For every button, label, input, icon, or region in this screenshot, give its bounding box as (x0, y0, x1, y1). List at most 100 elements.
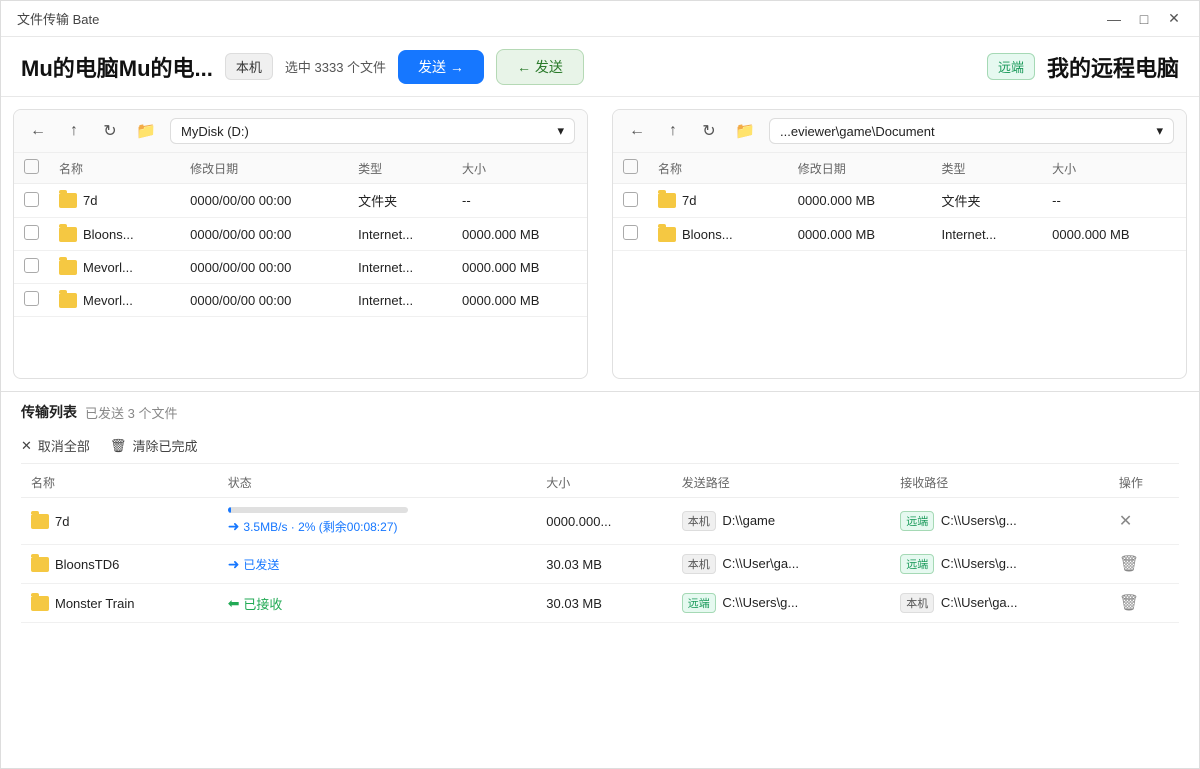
col-name-remote: 名称 (648, 153, 788, 184)
select-all-remote[interactable] (623, 159, 638, 174)
col-date-remote: 修改日期 (788, 153, 932, 184)
transfer-size: 30.03 MB (536, 584, 671, 623)
file-size: 0000.000 MB (452, 218, 587, 251)
col-date-local: 修改日期 (180, 153, 348, 184)
row-checkbox[interactable] (24, 258, 39, 273)
file-date: 0000/00/00 00:00 (180, 251, 348, 284)
remote-badge: 远端 (987, 53, 1035, 80)
transfer-op-cell[interactable]: 🗑 (1109, 584, 1179, 623)
table-row[interactable]: 7d 0000.000 MB 文件夹 -- (613, 184, 1186, 218)
src-badge: 本机 (682, 511, 716, 531)
close-button[interactable]: ✕ (1165, 10, 1183, 28)
folder-icon (59, 193, 77, 208)
src-path-text: C:\\Users\g... (722, 595, 798, 610)
trash-icon: 🗑 (110, 438, 127, 454)
progress-bar-container (228, 507, 408, 513)
th-op: 操作 (1109, 468, 1179, 498)
main-content: ← ↑ ↻ 📁 MyDisk (D:) ▾ 名称 (1, 97, 1199, 768)
th-name: 名称 (21, 468, 218, 498)
file-date: 0000/00/00 00:00 (180, 218, 348, 251)
dst-badge: 本机 (900, 593, 934, 613)
open-folder-button-local[interactable]: 📁 (134, 119, 158, 143)
path-chevron-local: ▾ (557, 123, 564, 139)
table-row[interactable]: Bloons... 0000/00/00 00:00 Internet... 0… (14, 218, 587, 251)
clear-done-button[interactable]: 🗑 清除已完成 (110, 436, 198, 455)
remote-file-list: 名称 修改日期 类型 大小 7d 0000.000 MB (613, 153, 1186, 378)
progress-text: 3.5MB/s · 2% (剩余00:08:27) (243, 518, 397, 535)
op-button[interactable]: 🗑 (1119, 595, 1139, 612)
transfer-op-cell[interactable]: ✕ (1109, 498, 1179, 545)
transfer-title: 传输列表 (21, 402, 77, 422)
window-controls: — □ ✕ (1105, 10, 1183, 28)
folder-icon (658, 227, 676, 242)
file-size: 0000.000 MB (1042, 218, 1186, 251)
received-arrow-icon: ⬅ (228, 595, 240, 612)
table-row[interactable]: Mevorl... 0000/00/00 00:00 Internet... 0… (14, 284, 587, 317)
up-button-remote[interactable]: ↑ (661, 119, 685, 143)
col-size-local: 大小 (452, 153, 587, 184)
th-status: 状态 (218, 468, 537, 498)
back-button-remote[interactable]: ← (625, 119, 649, 143)
remote-toolbar: ← ↑ ↻ 📁 ...eviewer\game\Document ▾ (613, 110, 1186, 153)
local-file-table: 名称 修改日期 类型 大小 7d 0000/00/00 00:0 (14, 153, 587, 317)
progress-bar-fill (228, 507, 232, 513)
file-size: -- (1042, 184, 1186, 218)
row-checkbox[interactable] (24, 192, 39, 207)
file-date: 0000.000 MB (788, 184, 932, 218)
file-size: -- (452, 184, 587, 218)
transfer-src-path: 本机 C:\\User\ga... (672, 545, 891, 584)
row-checkbox[interactable] (623, 192, 638, 207)
back-button-local[interactable]: ← (26, 119, 50, 143)
transfer-header: 传输列表 已发送 3 个文件 (21, 392, 1179, 428)
table-row[interactable]: Mevorl... 0000/00/00 00:00 Internet... 0… (14, 251, 587, 284)
folder-icon (31, 557, 49, 572)
remote-file-panel: ← ↑ ↻ 📁 ...eviewer\game\Document ▾ (612, 109, 1187, 379)
send-button[interactable]: 发送 → (398, 50, 484, 84)
row-checkbox[interactable] (623, 225, 638, 240)
minimize-button[interactable]: — (1105, 10, 1123, 28)
maximize-button[interactable]: □ (1135, 10, 1153, 28)
transfer-status-cell: ➜ 已发送 (218, 545, 537, 584)
row-checkbox[interactable] (24, 225, 39, 240)
selected-file-count: 选中 3333 个文件 (285, 57, 386, 76)
transfer-src-path: 本机 D:\\game (672, 498, 891, 545)
dst-path-text: C:\\Users\g... (941, 513, 1017, 528)
title-text: 文件传输 Bate (17, 9, 1105, 28)
file-name: Bloons... (682, 227, 733, 242)
table-row[interactable]: Bloons... 0000.000 MB Internet... 0000.0… (613, 218, 1186, 251)
src-badge: 远端 (682, 593, 716, 613)
transfer-section: 传输列表 已发送 3 个文件 ✕ 取消全部 🗑 清除已完成 名称 状态 (1, 392, 1199, 768)
refresh-button-local[interactable]: ↻ (98, 119, 122, 143)
transfer-dst-path: 远端 C:\\Users\g... (890, 545, 1109, 584)
up-button-local[interactable]: ↑ (62, 119, 86, 143)
list-item: 7d ➜ 3.5MB/s · 2% (剩余00:08:27) 0000.000.… (21, 498, 1179, 545)
send-arrow-icon: ➜ (228, 518, 240, 535)
local-toolbar: ← ↑ ↻ 📁 MyDisk (D:) ▾ (14, 110, 587, 153)
src-path-text: D:\\game (722, 513, 775, 528)
select-all-local[interactable] (24, 159, 39, 174)
cancel-all-button[interactable]: ✕ 取消全部 (21, 436, 90, 455)
file-date: 0000/00/00 00:00 (180, 284, 348, 317)
file-size: 0000.000 MB (452, 284, 587, 317)
table-row[interactable]: 7d 0000/00/00 00:00 文件夹 -- (14, 184, 587, 218)
op-button[interactable]: 🗑 (1119, 556, 1139, 573)
transfer-op-cell[interactable]: 🗑 (1109, 545, 1179, 584)
th-src: 发送路径 (672, 468, 891, 498)
title-bar: 文件传输 Bate — □ ✕ (1, 1, 1199, 37)
path-dropdown-local[interactable]: MyDisk (D:) ▾ (170, 118, 575, 144)
local-file-panel: ← ↑ ↻ 📁 MyDisk (D:) ▾ 名称 (13, 109, 588, 379)
path-dropdown-remote[interactable]: ...eviewer\game\Document ▾ (769, 118, 1174, 144)
file-size: 0000.000 MB (452, 251, 587, 284)
receive-button[interactable]: ← 发送 (496, 49, 584, 85)
folder-icon (31, 596, 49, 611)
open-folder-button-remote[interactable]: 📁 (733, 119, 757, 143)
row-checkbox[interactable] (24, 291, 39, 306)
file-name: Mevorl... (83, 293, 133, 308)
folder-icon (31, 514, 49, 529)
file-name: Bloons... (83, 227, 134, 242)
list-item: Monster Train ⬅ 已接收 30.03 MB 远端 C:\\User… (21, 584, 1179, 623)
file-type: 文件夹 (348, 184, 452, 218)
file-type: Internet... (932, 218, 1043, 251)
op-button[interactable]: ✕ (1119, 513, 1132, 530)
refresh-button-remote[interactable]: ↻ (697, 119, 721, 143)
